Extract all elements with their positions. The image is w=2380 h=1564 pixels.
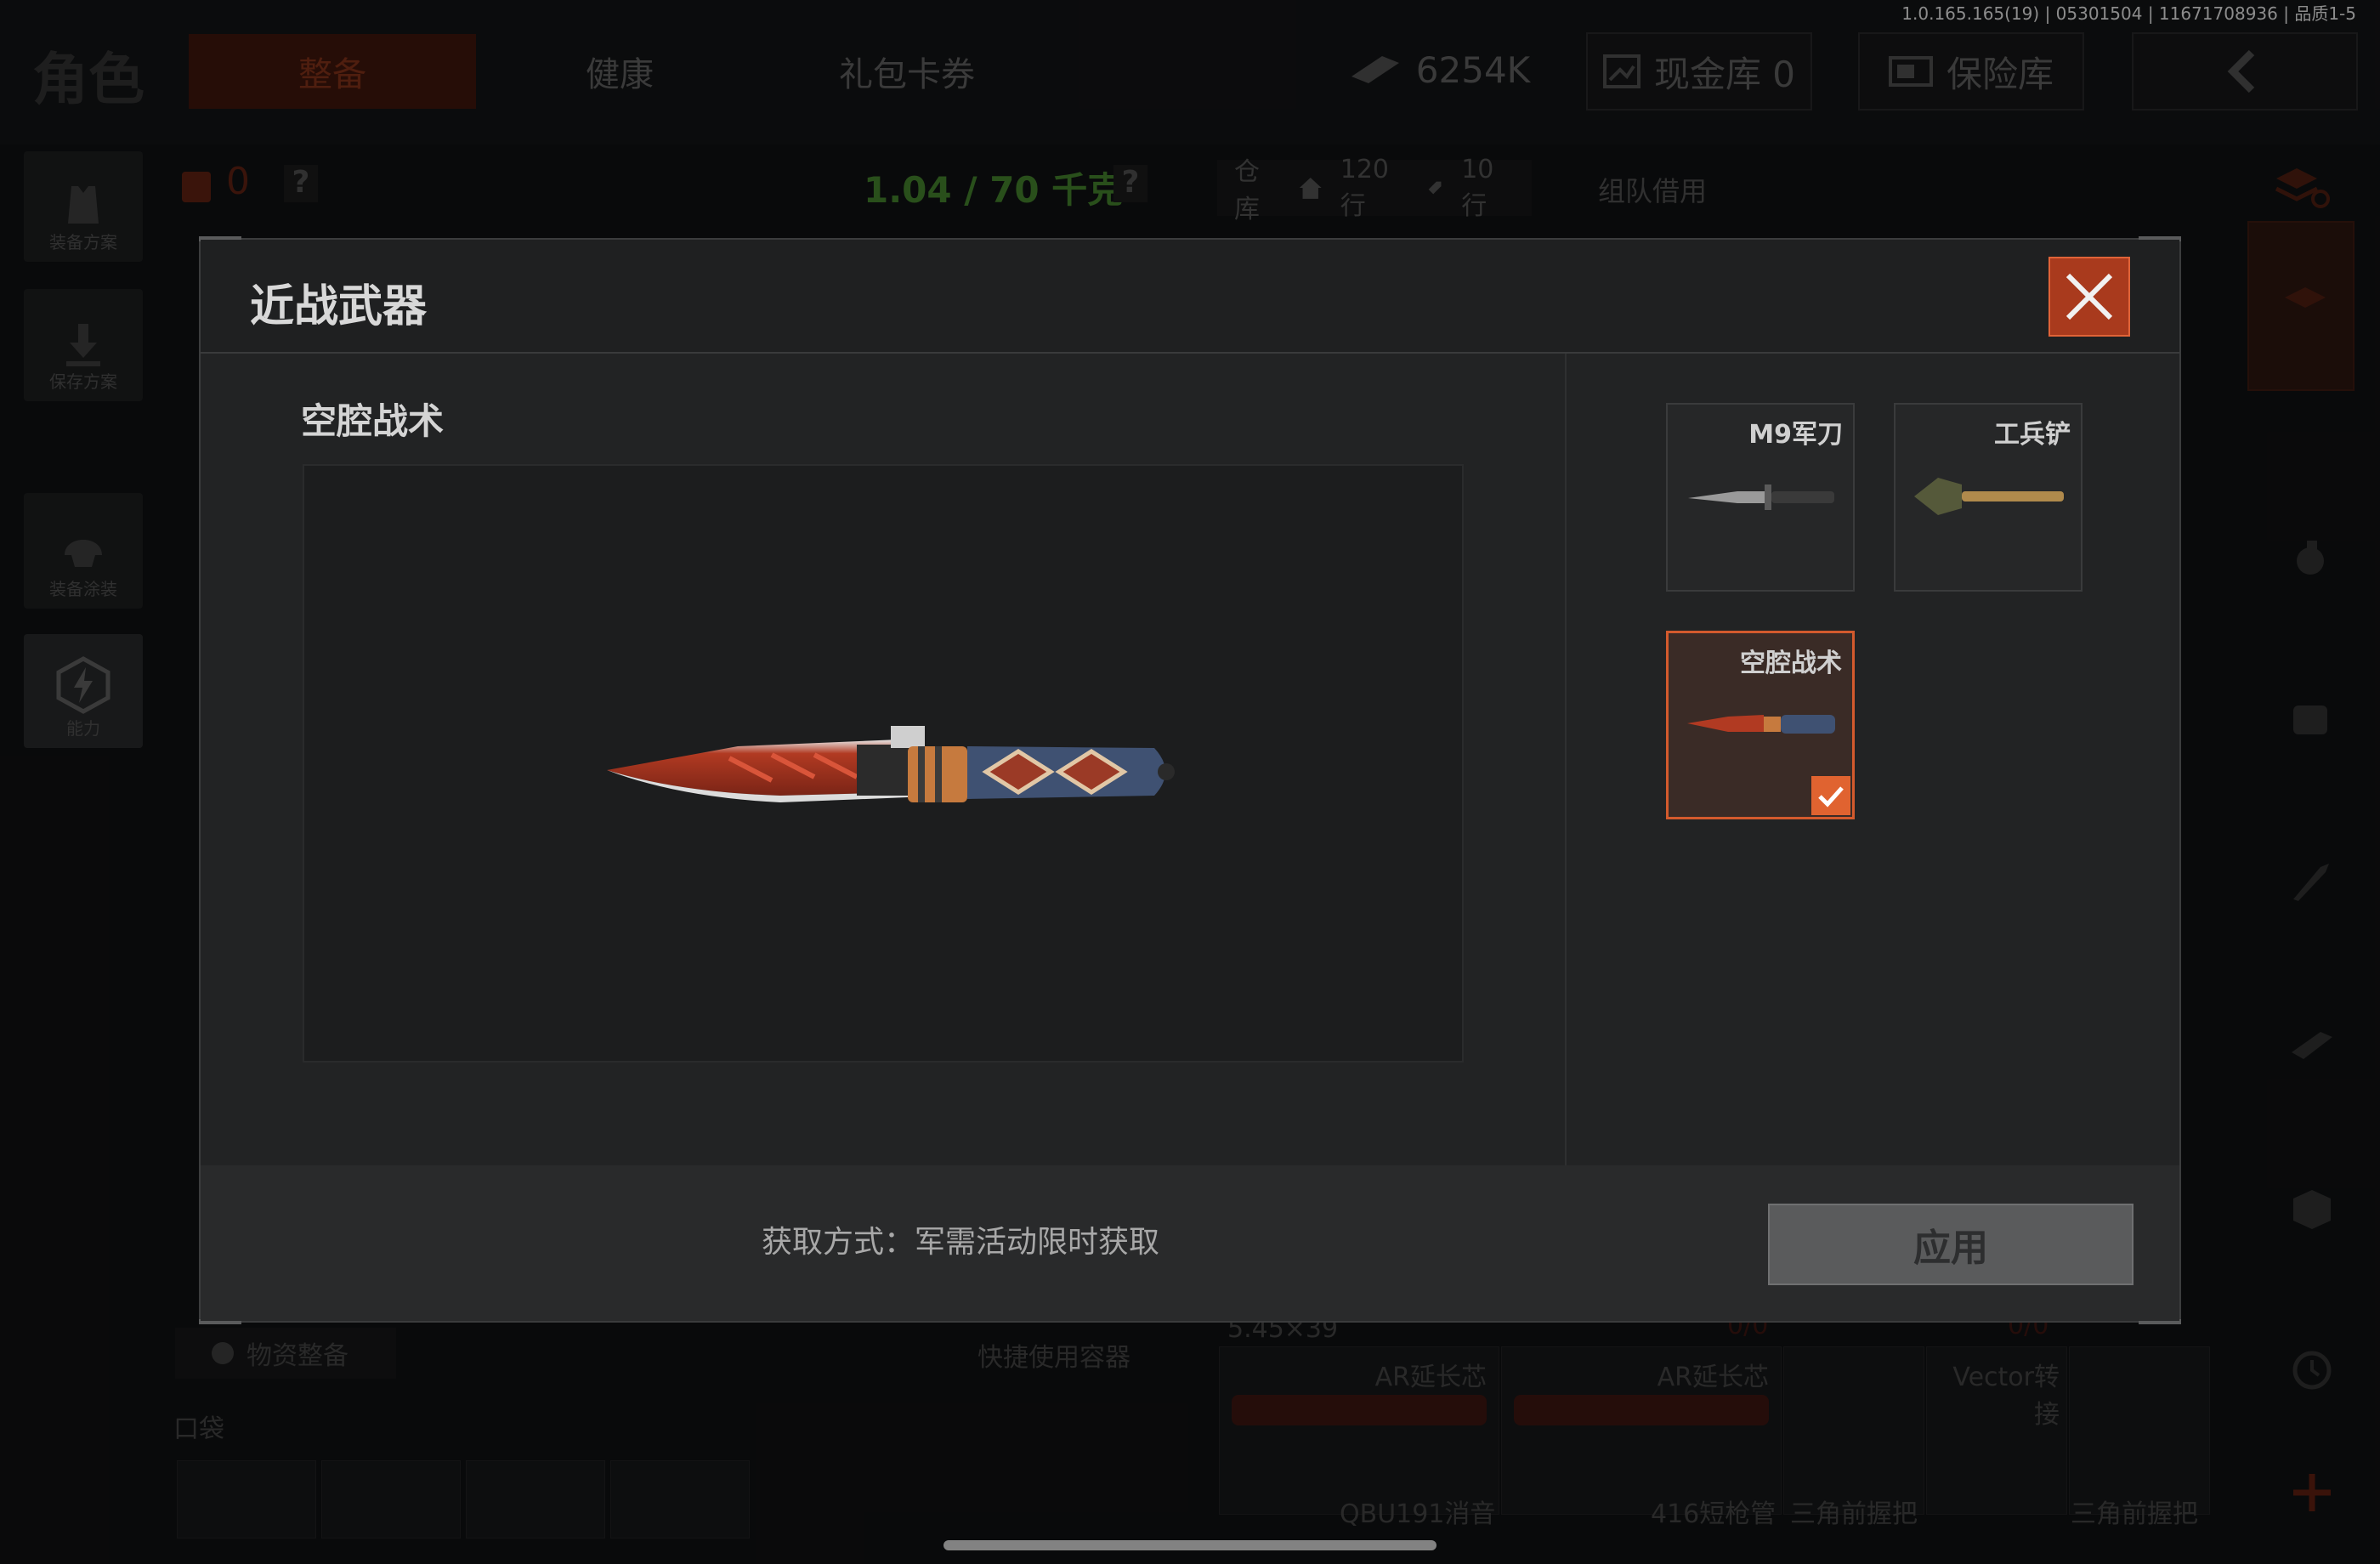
- option-label: M9军刀: [1748, 420, 1843, 450]
- selected-check-icon: [1811, 776, 1850, 815]
- acquisition-text: 获取方式：军需活动限时获取: [762, 1225, 1160, 1260]
- option-label: 工兵铲: [1994, 420, 2071, 450]
- tactical-knife-icon: [607, 726, 1175, 802]
- apply-button[interactable]: 应用: [1768, 1204, 2134, 1285]
- close-button[interactable]: [2048, 257, 2130, 337]
- option-label: 空腔战术: [1740, 649, 1842, 678]
- weapon-option-m9-bayonet[interactable]: M9军刀: [1666, 403, 1855, 592]
- dialog-title: 近战武器: [250, 281, 428, 332]
- weapon-preview: [303, 464, 1464, 1062]
- weapon-option-shovel[interactable]: 工兵铲: [1894, 403, 2082, 592]
- pane-divider: [1565, 354, 1567, 1165]
- bayonet-icon: [1688, 484, 1834, 510]
- tactical-knife-icon: [1687, 715, 1835, 734]
- dialog-header: [201, 240, 2179, 354]
- melee-weapon-dialog: 近战武器 空腔战术 M9军刀 工兵铲 空腔战术 获取方式：军需活动限时获取 应用: [199, 236, 2181, 1324]
- selected-item-name: 空腔战术: [301, 400, 445, 442]
- weapon-option-hollow-tactical[interactable]: 空腔战术: [1666, 631, 1855, 819]
- close-icon: [2066, 273, 2113, 320]
- shovel-icon: [1914, 478, 2064, 515]
